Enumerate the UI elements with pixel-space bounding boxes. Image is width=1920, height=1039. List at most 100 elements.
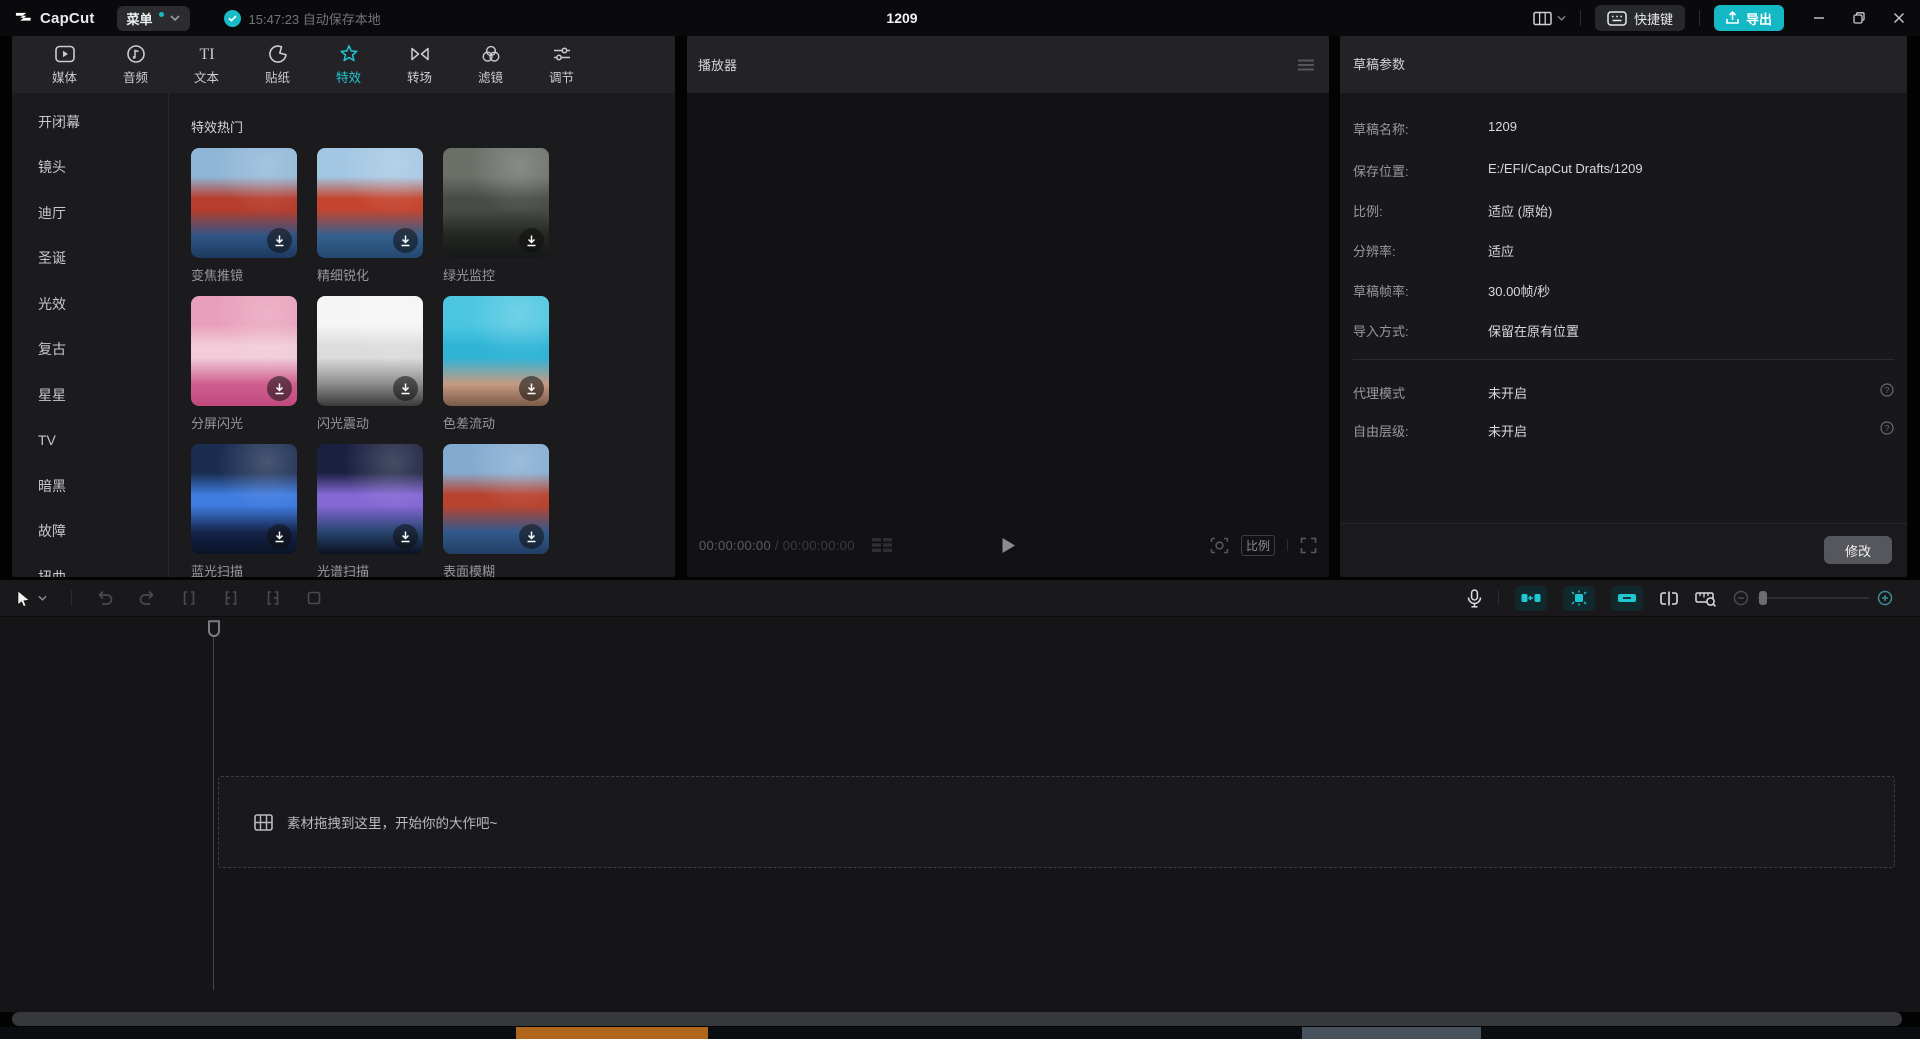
title-bar: CapCut 菜单 15:47:23 自动保存本地 1209 快捷键	[0, 0, 1920, 36]
effect-card-9[interactable]: 表面模糊	[443, 444, 549, 577]
export-button[interactable]: 导出	[1714, 5, 1784, 31]
delete-clip-button[interactable]	[306, 590, 322, 606]
effect-thumbnail[interactable]	[317, 296, 423, 406]
effect-card-2[interactable]: 精细锐化	[317, 148, 423, 284]
tab-media[interactable]: 媒体	[29, 36, 100, 86]
layout-switch-button[interactable]	[1533, 11, 1566, 26]
timeline-panel: 素材拖拽到这里，开始你的大作吧~	[0, 580, 1920, 1012]
sidebar-category-6[interactable]: 复古	[12, 327, 168, 373]
timecode-total: 00:00:00:00	[783, 538, 855, 553]
download-icon[interactable]	[393, 228, 418, 253]
effect-card-6[interactable]: 色差流动	[443, 296, 549, 432]
help-icon[interactable]: ?	[1880, 383, 1894, 401]
effect-name: 精细锐化	[317, 265, 423, 284]
zoom-slider-handle[interactable]	[1759, 591, 1767, 605]
tab-adjust-label: 调节	[549, 67, 574, 86]
modify-button[interactable]: 修改	[1824, 536, 1892, 564]
close-button[interactable]	[1892, 11, 1906, 25]
download-icon[interactable]	[519, 376, 544, 401]
record-voiceover-button[interactable]	[1467, 589, 1482, 608]
param-row-3: 比例: 适应 (原始) ?	[1353, 201, 1894, 219]
restore-button[interactable]	[1852, 11, 1866, 25]
sidebar-category-5[interactable]: 光效	[12, 281, 168, 327]
sidebar-category-10[interactable]: 故障	[12, 509, 168, 555]
menu-button[interactable]: 菜单	[117, 6, 190, 31]
effect-thumbnail[interactable]	[443, 148, 549, 258]
zoom-in-button[interactable]	[1877, 590, 1893, 606]
tab-text[interactable]: TI 文本	[171, 36, 242, 86]
delete-left-button[interactable]	[222, 590, 240, 606]
frame-preview-icon[interactable]	[871, 537, 893, 553]
help-icon[interactable]: ?	[1880, 421, 1894, 439]
tab-audio[interactable]: 音频	[100, 36, 171, 86]
playhead-handle[interactable]	[207, 620, 221, 637]
keyboard-icon	[1607, 11, 1627, 26]
undo-button[interactable]	[96, 590, 114, 606]
effects-section-title: 特效热门	[191, 117, 675, 136]
effect-thumbnail[interactable]	[191, 296, 297, 406]
filter-icon	[480, 44, 502, 64]
select-tool-button[interactable]	[16, 590, 47, 607]
effect-thumbnail[interactable]	[317, 148, 423, 258]
sidebar-category-4[interactable]: 圣诞	[12, 236, 168, 282]
autosave-text: 15:47:23 自动保存本地	[249, 9, 381, 28]
sidebar-category-1[interactable]: 开闭幕	[12, 99, 168, 145]
sidebar-category-3[interactable]: 迪厅	[12, 190, 168, 236]
tab-sticker[interactable]: 贴纸	[242, 36, 313, 86]
timeline-scale-tool[interactable]	[1695, 590, 1717, 607]
autosave-status: 15:47:23 自动保存本地	[224, 9, 381, 28]
preview-link-toggle[interactable]	[1611, 586, 1643, 611]
tab-effects[interactable]: 特效	[313, 36, 384, 86]
sidebar-category-11[interactable]: 扭曲	[12, 554, 168, 577]
download-icon[interactable]	[267, 228, 292, 253]
layout-icon	[1533, 11, 1552, 26]
chevron-down-icon	[1557, 15, 1566, 21]
tab-filter[interactable]: 滤镜	[455, 36, 526, 86]
linkage-toggle[interactable]	[1563, 586, 1595, 611]
preview-axis-toggle[interactable]	[1659, 591, 1679, 606]
timeline-drop-zone[interactable]: 素材拖拽到这里，开始你的大作吧~	[218, 776, 1895, 868]
split-button[interactable]	[180, 590, 198, 606]
tab-transition[interactable]: 转场	[384, 36, 455, 86]
sidebar-category-9[interactable]: 暗黑	[12, 463, 168, 509]
zoom-out-button[interactable]	[1733, 590, 1749, 606]
download-icon[interactable]	[393, 376, 418, 401]
divider	[1287, 539, 1288, 551]
player-menu-icon[interactable]	[1297, 59, 1315, 71]
tab-adjust[interactable]: 调节	[526, 36, 597, 86]
effect-card-3[interactable]: 绿光监控	[443, 148, 549, 284]
download-icon[interactable]	[267, 376, 292, 401]
player-controls: 00:00:00:00 / 00:00:00:00 比例	[699, 527, 1317, 563]
fullscreen-icon[interactable]	[1300, 537, 1317, 554]
shortcut-keys-button[interactable]: 快捷键	[1595, 5, 1685, 31]
effect-card-7[interactable]: 蓝光扫描	[191, 444, 297, 577]
effect-thumbnail[interactable]	[191, 444, 297, 554]
sidebar-category-8[interactable]: TV	[12, 418, 168, 464]
ratio-button[interactable]: 比例	[1241, 535, 1275, 556]
effect-thumbnail[interactable]	[191, 148, 297, 258]
asset-panel: 媒体 音频 TI 文本 贴纸 特效 转场	[12, 36, 675, 577]
download-icon[interactable]	[519, 228, 544, 253]
effect-thumbnail[interactable]	[317, 444, 423, 554]
effect-card-5[interactable]: 闪光震动	[317, 296, 423, 432]
effect-card-1[interactable]: 变焦推镜	[191, 148, 297, 284]
redo-button[interactable]	[138, 590, 156, 606]
download-icon[interactable]	[519, 524, 544, 549]
minimize-button[interactable]	[1812, 11, 1826, 25]
horizontal-scrollbar[interactable]	[12, 1012, 1902, 1026]
params-footer: 修改	[1340, 523, 1907, 577]
zoom-slider-track[interactable]	[1757, 597, 1869, 599]
effect-thumbnail[interactable]	[443, 296, 549, 406]
download-icon[interactable]	[393, 524, 418, 549]
effect-thumbnail[interactable]	[443, 444, 549, 554]
timeline-zoom-control	[1733, 590, 1893, 606]
sidebar-category-7[interactable]: 星星	[12, 372, 168, 418]
effect-card-8[interactable]: 光谱扫描	[317, 444, 423, 577]
play-button[interactable]	[998, 535, 1018, 555]
snapshot-icon[interactable]	[1210, 537, 1229, 554]
download-icon[interactable]	[267, 524, 292, 549]
delete-right-button[interactable]	[264, 590, 282, 606]
auto-snap-toggle[interactable]	[1515, 586, 1547, 611]
effect-card-4[interactable]: 分屏闪光	[191, 296, 297, 432]
sidebar-category-2[interactable]: 镜头	[12, 145, 168, 191]
